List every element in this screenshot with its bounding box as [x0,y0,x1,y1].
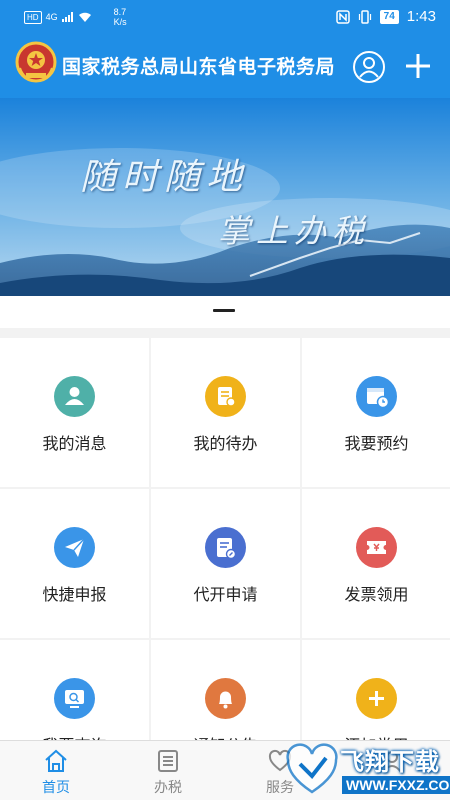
watermark-logo-icon [286,743,338,794]
carousel-page-indicator [213,309,235,312]
nfc-icon [335,9,350,24]
calendar-clock-icon [356,376,397,417]
list-icon [158,750,178,772]
tile-proxy-issue[interactable]: 代开申请 [151,489,300,638]
site-watermark: 飞翔下载 WWW.FXXZ.COM [282,738,450,800]
document-icon [205,376,246,417]
speed-unit: K/s [113,17,127,27]
battery-level: 74 [379,9,399,24]
tile-my-messages[interactable]: 我的消息 [0,338,149,487]
tile-label: 代开申请 [193,585,258,604]
status-right: 74 1:43 [335,8,436,25]
banner-slogan-line2: 掌上办税 [218,212,371,250]
nav-label: 办税 [154,780,182,796]
tile-label: 我的待办 [193,434,258,453]
net-speed: 8.7 K/s [114,7,127,27]
app-header: 国家税务总局山东省电子税务局 [0,34,450,98]
add-icon[interactable] [402,50,434,82]
wifi-icon [78,12,91,22]
bell-icon [205,678,246,719]
tile-label: 我要预约 [344,434,409,453]
search-screen-icon [54,678,95,719]
nav-home[interactable]: 首页 [0,741,112,800]
status-left: HD 4G 8.7 K/s [24,7,127,27]
status-bar: HD 4G 8.7 K/s 74 1:43 [0,0,450,34]
hd-badge: HD [24,10,42,24]
tax-emblem-icon [15,41,57,83]
network-type: 4G [45,12,58,22]
app-title: 国家税务总局山东省电子税务局 [62,56,336,78]
tile-my-todo[interactable]: 我的待办 [151,338,300,487]
tile-quick-declare[interactable]: 快捷申报 [0,489,149,638]
ticket-icon [356,527,397,568]
tile-appointment[interactable]: 我要预约 [302,338,450,487]
banner-carousel[interactable]: 随时随地 掌上办税 [0,98,450,296]
home-icon [45,749,67,772]
tile-invoice-collect[interactable]: 发票领用 [302,489,450,638]
speed-value: 8.7 [113,7,127,17]
plus-icon [356,678,397,719]
tile-label: 快捷申报 [42,585,107,604]
clock: 1:43 [406,8,436,25]
tile-label: 发票领用 [344,585,409,604]
paper-plane-icon [54,527,95,568]
user-account-icon[interactable] [352,50,386,84]
tile-label: 我的消息 [42,434,107,453]
watermark-text: 飞翔下载 [340,748,440,776]
document-edit-icon [205,527,246,568]
watermark-url: WWW.FXXZ.COM [342,776,450,794]
carousel-indicator-strip [0,296,450,328]
banner-slogan-line1: 随时随地 [80,157,249,198]
nav-label: 首页 [42,780,70,796]
user-icon [54,376,95,417]
nav-tax[interactable]: 办税 [112,741,224,800]
vibrate-icon [358,9,371,24]
signal-icon [61,12,73,22]
